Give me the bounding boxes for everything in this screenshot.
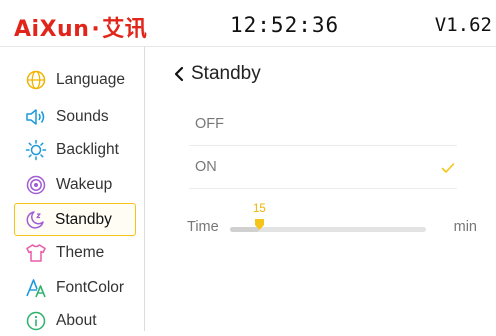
time-label: Time [187, 219, 219, 235]
brand-separator: · [91, 17, 101, 42]
sidebar-item-label: Language [56, 71, 125, 88]
unit-label: min [453, 219, 477, 235]
sidebar-item-about[interactable]: About [14, 306, 138, 336]
globe-icon [24, 68, 48, 92]
option-label: ON [195, 159, 217, 175]
sun-icon [24, 138, 48, 162]
sidebar-item-language[interactable]: Language [14, 65, 138, 95]
sidebar-item-standby[interactable]: Standby [14, 203, 136, 236]
sidebar-item-backlight[interactable]: Backlight [14, 135, 138, 165]
moon-icon [23, 208, 47, 232]
status-header: AiXun·艾讯 12:52:36 V1.62 [0, 0, 496, 47]
standby-time-slider[interactable]: 15 [230, 203, 426, 232]
shirt-icon [24, 241, 48, 265]
brand-latin: AiXun [14, 17, 90, 42]
option-label: OFF [195, 116, 224, 132]
sidebar-item-wakeup[interactable]: Wakeup [14, 170, 138, 200]
page-title: Standby [191, 63, 261, 84]
option-off[interactable]: OFF [189, 103, 457, 146]
sidebar-item-label: About [56, 312, 97, 329]
check-icon [441, 161, 455, 173]
sidebar-item-label: Theme [56, 244, 105, 261]
back-button[interactable]: Standby [171, 63, 261, 85]
settings-sidebar: Language Sounds Backlight Wakeup Standby… [0, 47, 145, 331]
clock: 12:52:36 [230, 13, 340, 37]
speaker-icon [24, 105, 48, 129]
firmware-version: V1.62 [434, 14, 492, 36]
chevron-left-icon [171, 64, 187, 84]
option-on[interactable]: ON [189, 146, 457, 189]
font-icon [24, 276, 48, 300]
standby-time-slider-row: Time 15 min [187, 203, 477, 249]
sidebar-item-label: Sounds [56, 108, 109, 125]
slider-value: 15 [252, 203, 266, 215]
sidebar-item-theme[interactable]: Theme [14, 238, 138, 268]
target-icon [24, 173, 48, 197]
sidebar-item-label: FontColor [56, 279, 125, 296]
standby-panel: Standby OFF ON Time 15 min [145, 47, 496, 331]
brand-logo: AiXun·艾讯 [14, 11, 147, 43]
slider-thumb[interactable] [254, 218, 265, 231]
sidebar-item-label: Standby [55, 210, 112, 228]
sidebar-item-sounds[interactable]: Sounds [14, 102, 138, 132]
sidebar-item-label: Backlight [56, 141, 119, 158]
info-icon [24, 309, 48, 333]
sidebar-item-label: Wakeup [56, 176, 113, 193]
brand-chinese: 艾讯 [102, 17, 148, 42]
sidebar-item-fontcolor[interactable]: FontColor [14, 273, 138, 303]
